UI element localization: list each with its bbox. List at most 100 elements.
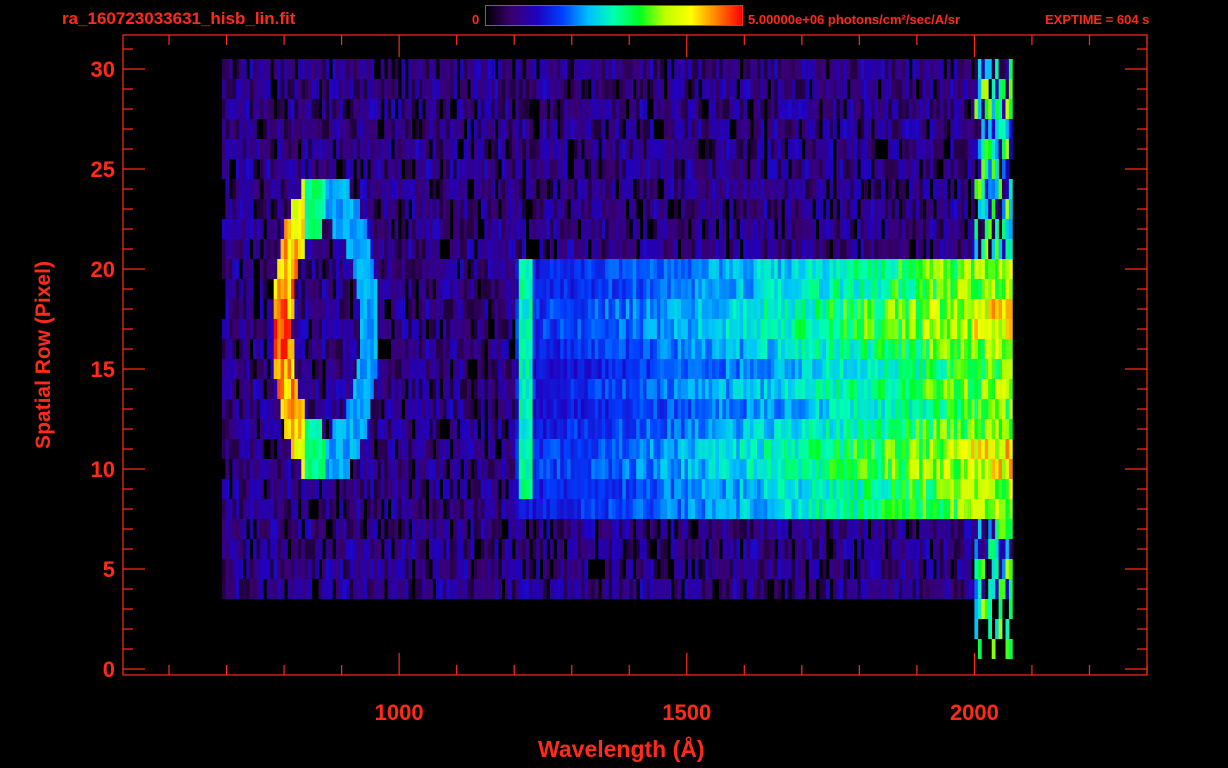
heatmap-cell [494, 479, 499, 499]
heatmap-cell [584, 219, 589, 239]
heatmap-cell [394, 519, 399, 539]
heatmap-cell [411, 499, 416, 519]
heatmap-cell [805, 359, 810, 379]
heatmap-cell [632, 479, 637, 499]
heatmap-cell [805, 299, 810, 319]
heatmap-cell [577, 139, 582, 159]
heatmap-cell [715, 259, 720, 279]
heatmap-cell [618, 139, 623, 159]
heatmap-cell [508, 559, 513, 579]
heatmap-cell [708, 159, 713, 179]
heatmap-cell [391, 499, 395, 519]
heatmap-cell [563, 179, 568, 199]
heatmap-cell [304, 199, 309, 219]
heatmap-cell [725, 379, 730, 399]
heatmap-cell [874, 519, 879, 539]
heatmap-cell [998, 539, 1003, 559]
heatmap-cell [829, 139, 834, 159]
heatmap-cell [280, 499, 285, 519]
heatmap-cell [995, 619, 999, 639]
heatmap-cell [774, 559, 778, 579]
heatmap-cell [767, 399, 772, 419]
heatmap-cell [988, 239, 992, 259]
heatmap-cell [429, 259, 433, 279]
heatmap-cell [719, 579, 723, 599]
heatmap-cell [601, 519, 606, 539]
heatmap-cell [608, 479, 613, 499]
heatmap-cell [919, 339, 923, 359]
heatmap-cell [608, 279, 613, 299]
heatmap-cell [815, 259, 820, 279]
heatmap-cell [370, 459, 375, 479]
heatmap-cell [794, 399, 799, 419]
heatmap-cell [332, 159, 337, 179]
heatmap-cell [484, 499, 489, 519]
heatmap-cell [491, 179, 495, 199]
heatmap-cell [757, 219, 761, 239]
heatmap-cell [995, 299, 999, 319]
heatmap-cell [370, 499, 375, 519]
heatmap-cell [249, 379, 254, 399]
heatmap-cell [594, 419, 599, 439]
heatmap-cell [587, 359, 592, 379]
heatmap-cell [788, 279, 792, 299]
heatmap-cell [242, 359, 247, 379]
heatmap-cell [853, 579, 858, 599]
heatmap-cell [950, 139, 955, 159]
heatmap-cell [587, 279, 592, 299]
heatmap-cell [781, 319, 785, 339]
heatmap-cell [719, 259, 723, 279]
heatmap-cell [660, 279, 665, 299]
heatmap-cell [957, 519, 961, 539]
heatmap-cell [318, 339, 323, 359]
heatmap-cell [815, 299, 820, 319]
heatmap-cell [919, 319, 923, 339]
heatmap-cell [463, 179, 468, 199]
heatmap-cell [546, 479, 551, 499]
heatmap-cell [387, 559, 392, 579]
heatmap-cell [304, 499, 309, 519]
heatmap-cell [387, 359, 392, 379]
heatmap-cell [232, 339, 237, 359]
heatmap-cell [384, 219, 388, 239]
heatmap-cell [518, 359, 523, 379]
heatmap-cell [329, 439, 333, 459]
heatmap-cell [480, 319, 485, 339]
heatmap-cell [549, 459, 554, 479]
heatmap-cell [525, 259, 530, 279]
heatmap-cell [908, 319, 913, 339]
heatmap-cell [618, 279, 623, 299]
heatmap-cell [636, 399, 640, 419]
heatmap-cell [960, 299, 965, 319]
heatmap-cell [594, 339, 599, 359]
heatmap-cell [919, 499, 923, 519]
heatmap-cell [284, 219, 288, 239]
heatmap-cell [639, 139, 644, 159]
heatmap-cell [470, 479, 475, 499]
heatmap-cell [891, 539, 896, 559]
heatmap-cell [712, 479, 716, 499]
heatmap-cell [895, 199, 899, 219]
heatmap-cell [929, 359, 934, 379]
heatmap-cell [719, 379, 723, 399]
heatmap-cell [442, 319, 447, 339]
heatmap-cell [594, 139, 599, 159]
heatmap-cell [584, 499, 589, 519]
heatmap-cell [377, 439, 382, 459]
heatmap-cell [325, 259, 330, 279]
heatmap-cell [701, 519, 706, 539]
heatmap-cell [977, 559, 982, 579]
heatmap-cell [525, 539, 530, 559]
heatmap-cell [373, 299, 378, 319]
heatmap-cell [667, 439, 671, 459]
heatmap-cell [532, 299, 537, 319]
heatmap-cell [442, 479, 447, 499]
heatmap-cell [912, 399, 917, 419]
heatmap-cell [225, 159, 230, 179]
heatmap-cell [239, 319, 243, 339]
heatmap-cell [239, 479, 243, 499]
heatmap-cell [539, 419, 544, 439]
heatmap-cell [532, 479, 537, 499]
heatmap-cell [460, 199, 464, 219]
heatmap-cell [563, 359, 568, 379]
